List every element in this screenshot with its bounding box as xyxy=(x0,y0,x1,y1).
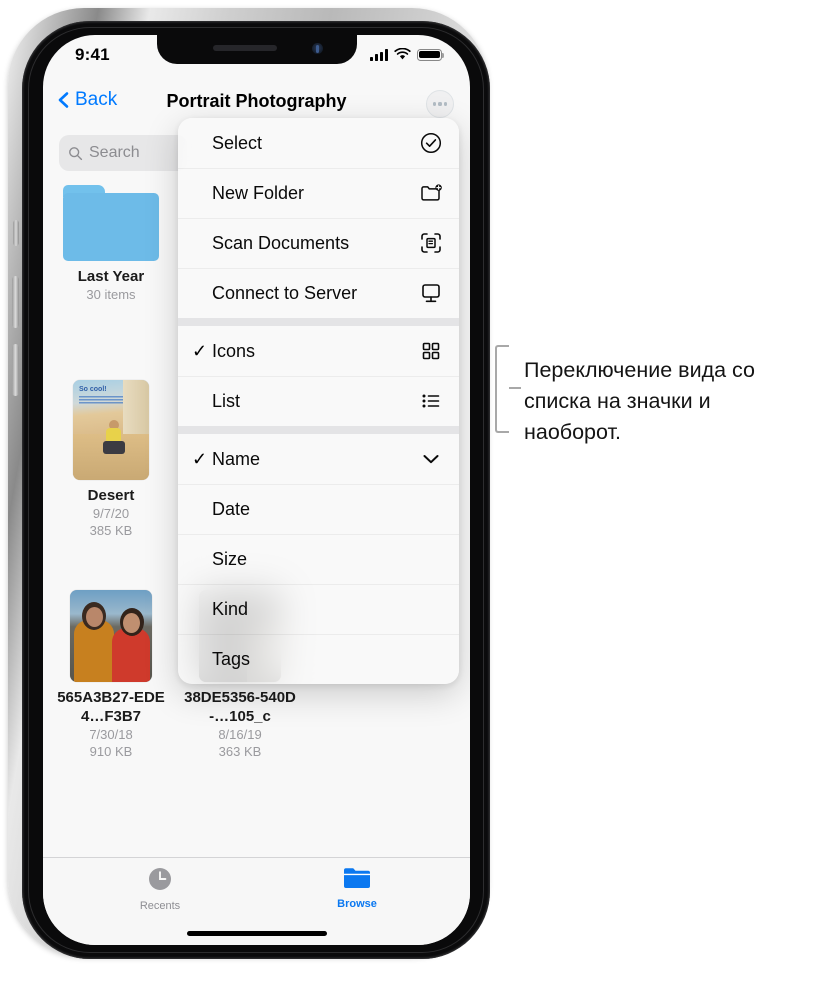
menu-item-date[interactable]: Date xyxy=(178,484,459,534)
file-size: 363 KB xyxy=(218,744,262,759)
signal-bars-icon xyxy=(370,49,388,61)
server-display-icon xyxy=(422,284,440,303)
grid-icon xyxy=(422,342,440,360)
desert-photo-art: So cool! xyxy=(73,380,149,480)
menu-item-label: Size xyxy=(212,548,248,569)
menu-item-label: New Folder xyxy=(212,182,305,203)
file-name: Last Year xyxy=(77,268,145,285)
callout-leader-line xyxy=(509,387,521,389)
menu-item-select[interactable]: Select xyxy=(178,118,459,168)
folder-icon xyxy=(344,868,370,888)
tab-recents[interactable]: Recents xyxy=(115,866,205,912)
menu-separator xyxy=(178,318,459,326)
tab-bar: Recents Browse xyxy=(43,857,470,945)
couple-photo-art xyxy=(70,590,152,682)
ellipsis-circle-icon[interactable] xyxy=(426,90,454,118)
file-item-image[interactable]: So cool! Desert 9/7/20 385 KB xyxy=(51,380,171,539)
menu-item-label: Scan Documents xyxy=(212,232,350,253)
menu-item-label: Select xyxy=(212,132,263,153)
file-meta: 7/30/18 xyxy=(89,727,133,742)
photo-thumbnail xyxy=(70,590,152,682)
menu-item-scan-documents[interactable]: Scan Documents xyxy=(178,218,459,268)
page-title: Portrait Photography xyxy=(166,91,347,111)
checkmark-circle-icon xyxy=(420,132,442,154)
file-meta: 9/7/20 xyxy=(92,506,130,521)
photo-thumbnail: So cool! xyxy=(73,380,149,480)
menu-check: ✓ xyxy=(192,449,208,469)
menu-item-connect-to-server[interactable]: Connect to Server xyxy=(178,268,459,318)
phone-screen: 9:41 Back Portrait Photography Search La… xyxy=(43,35,470,945)
file-name: Desert xyxy=(87,487,135,504)
file-name: 38DE5356-540D-…105_c xyxy=(184,689,296,725)
phone-frame: 9:41 Back Portrait Photography Search La… xyxy=(8,8,490,959)
menu-item-icons[interactable]: ✓ Icons xyxy=(178,326,459,376)
menu-item-label: Tags xyxy=(212,648,251,669)
search-input[interactable]: Search xyxy=(59,135,187,171)
battery-full-icon xyxy=(417,48,445,61)
menu-check: ✓ xyxy=(192,341,208,361)
menu-item-size[interactable]: Size xyxy=(178,534,459,584)
file-name: 565A3B27-EDE4…F3B7 xyxy=(57,689,165,725)
folder-badge-plus-icon xyxy=(421,184,442,201)
screenshot-root: 9:41 Back Portrait Photography Search La… xyxy=(0,0,814,984)
status-icons xyxy=(370,48,445,61)
silent-switch[interactable] xyxy=(13,220,19,246)
menu-item-new-folder[interactable]: New Folder xyxy=(178,168,459,218)
menu-item-label: List xyxy=(212,390,241,411)
menu-item-list[interactable]: List xyxy=(178,376,459,426)
tab-browse[interactable]: Browse xyxy=(312,866,402,910)
menu-item-label: Date xyxy=(212,498,251,519)
search-placeholder: Search xyxy=(89,144,140,161)
status-time: 9:41 xyxy=(75,45,110,64)
home-indicator[interactable] xyxy=(186,931,327,936)
notch xyxy=(156,35,357,64)
volume-up-button[interactable] xyxy=(12,276,19,328)
menu-item-name[interactable]: ✓ Name xyxy=(178,434,459,484)
wifi-icon xyxy=(394,48,411,60)
tab-label: Browse xyxy=(337,898,377,910)
file-meta: 8/16/19 xyxy=(218,727,262,742)
menu-item-kind[interactable]: Kind xyxy=(178,584,459,634)
file-size: 385 KB xyxy=(89,523,133,538)
volume-down-button[interactable] xyxy=(12,344,19,396)
file-item-image[interactable]: 565A3B27-EDE4…F3B7 7/30/18 910 KB xyxy=(51,590,171,760)
context-menu: Select New Folder Scan Documents Connect… xyxy=(178,118,459,684)
menu-item-tags[interactable]: Tags xyxy=(178,634,459,684)
menu-item-label: Connect to Server xyxy=(212,282,358,303)
front-camera-icon xyxy=(311,43,323,54)
folder-icon xyxy=(63,185,159,261)
menu-item-label: Kind xyxy=(212,598,249,619)
scan-document-icon xyxy=(421,233,441,253)
list-bullet-icon xyxy=(422,394,440,408)
tab-label: Recents xyxy=(139,900,181,912)
file-item-folder[interactable]: Last Year 30 items xyxy=(51,185,171,303)
chevron-down-icon xyxy=(423,455,439,464)
callout-text: Переключение вида со списка на значки и … xyxy=(524,358,755,444)
callout-bracket xyxy=(495,345,509,433)
clock-icon xyxy=(149,868,171,890)
file-size: 910 KB xyxy=(89,744,133,759)
menu-item-label: Icons xyxy=(212,340,256,361)
menu-item-label: Name xyxy=(212,448,261,469)
speaker-grille-icon xyxy=(212,45,277,51)
file-meta: 30 items xyxy=(86,287,136,302)
search-icon xyxy=(69,146,83,160)
menu-separator xyxy=(178,426,459,434)
